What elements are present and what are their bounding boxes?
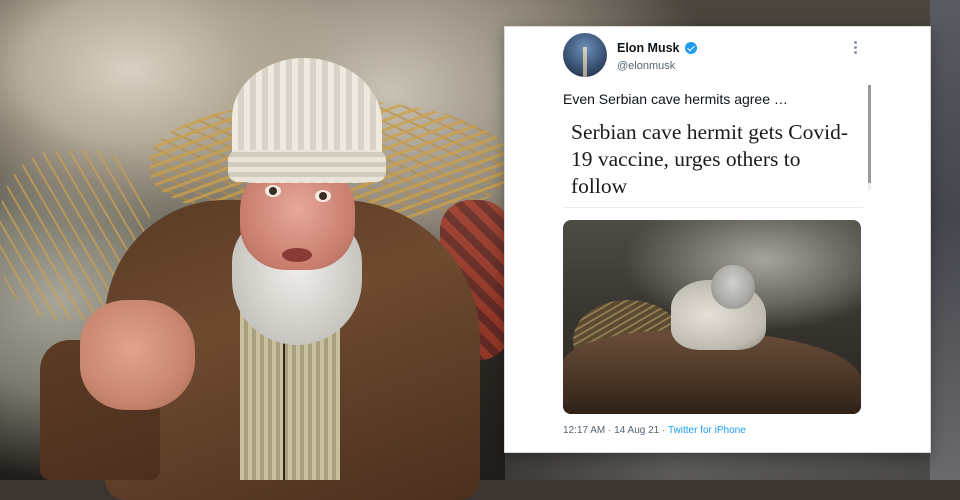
meta-separator-2: · [662,425,666,436]
bottom-rock-strip [505,452,930,480]
author-name[interactable]: Elon Musk [617,41,680,55]
avatar[interactable] [563,33,607,77]
author-handle[interactable]: @elonmusk [617,60,675,72]
more-options-icon[interactable] [850,39,860,59]
verified-icon [684,42,697,54]
hermit-photo [0,0,520,500]
tweet-meta: 12:17 AM · 14 Aug 21 · Twitter for iPhon… [563,425,746,436]
tweet-time[interactable]: 12:17 AM [563,425,605,436]
wool-hat-brim [228,150,386,182]
pointing-hand [80,300,195,410]
photo-hermit-head [711,265,755,309]
mouth [282,248,312,262]
article-headline[interactable]: Serbian cave hermit gets Covid-19 vaccin… [571,119,861,200]
scrollbar-thumb[interactable] [868,85,871,183]
tweet-date[interactable]: 14 Aug 21 [614,425,659,436]
rock-strip [930,0,960,480]
author-name-row[interactable]: Elon Musk [617,39,697,57]
meta-separator: · [608,425,612,436]
tweet-text: Even Serbian cave hermits agree … [563,91,788,107]
tweet-card[interactable]: Elon Musk @elonmusk Even Serbian cave he… [505,27,930,452]
right-eye [315,190,331,202]
article-photo[interactable] [563,220,861,414]
tweet-source[interactable]: Twitter for iPhone [668,425,746,436]
left-eye [265,185,281,197]
